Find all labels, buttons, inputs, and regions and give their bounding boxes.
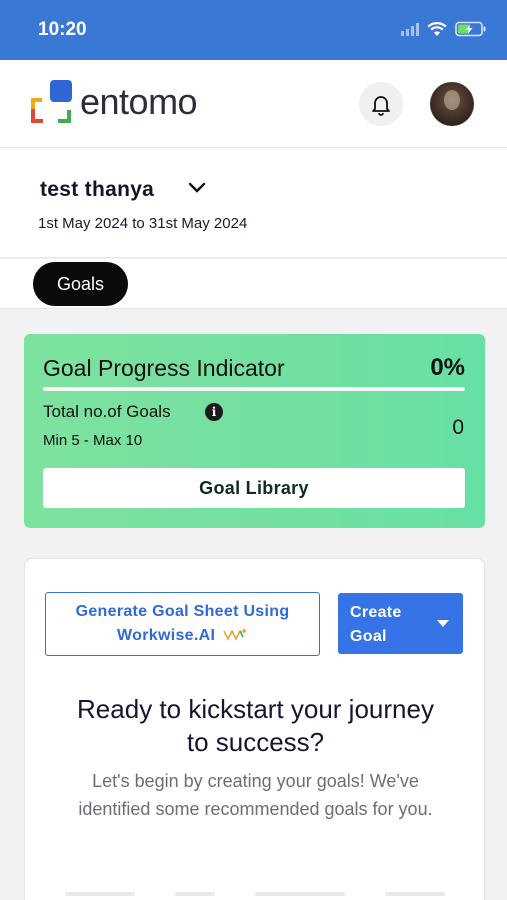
sparkle-wave-icon [223,628,247,641]
headline-line1: Ready to kickstart your journey [77,694,434,724]
workwise-button-line2: Workwise.AI [46,624,319,648]
create-goal-line2: Goal [350,628,387,645]
total-goals-count: 0 [452,416,464,439]
logo-mark-icon [31,80,72,123]
app-header: entomo [0,60,507,148]
user-name[interactable]: test thanya [40,178,154,202]
subtext-line2: identified some recommended goals for yo… [78,799,433,819]
bell-icon [372,96,390,116]
goal-library-button[interactable]: Goal Library [43,468,465,508]
workwise-button-line1: Generate Goal Sheet Using [75,603,290,620]
goal-progress-title: Goal Progress Indicator [43,355,285,381]
chevron-down-icon[interactable] [188,181,206,195]
generate-goal-sheet-button[interactable]: Generate Goal Sheet Using Workwise.AI [45,592,320,656]
create-goal-button[interactable]: Create Goal [338,593,463,654]
workwise-button-line2-text: Workwise.AI [117,627,216,644]
status-icons [401,21,487,37]
create-goal-label: Create Goal [350,601,430,649]
tabs-bar: Goals [0,259,507,309]
goal-progress-card: Goal Progress Indicator 0% Total no.of G… [24,334,485,528]
info-icon[interactable]: i [205,403,223,421]
status-time: 10:20 [38,19,87,40]
signal-icon [401,22,419,36]
user-period-section: test thanya 1st May 2024 to 31st May 202… [0,148,507,258]
empty-state-subtext: Let's begin by creating your goals! We'v… [25,767,486,823]
battery-icon [455,21,486,37]
entomo-logo[interactable]: entomo [30,80,198,124]
goals-min-max: Min 5 - Max 10 [43,432,143,449]
total-goals-label: Total no.of Goals [43,402,171,421]
status-bar: 10:20 [0,0,507,60]
logo-text: entomo [80,81,198,122]
goal-progress-percent: 0% [430,354,465,381]
avatar[interactable] [430,82,474,126]
wifi-icon [427,21,447,36]
goal-progress-bar [43,387,465,391]
notifications-button[interactable] [359,82,403,126]
empty-state-headline: Ready to kickstart your journey to succe… [25,693,486,759]
date-range: 1st May 2024 to 31st May 2024 [38,215,248,232]
tab-goals[interactable]: Goals [33,262,128,306]
goals-panel: Generate Goal Sheet Using Workwise.AI Cr… [24,558,485,900]
faded-content-row [65,892,445,900]
create-goal-line1: Create [350,604,402,621]
subtext-line1: Let's begin by creating your goals! We'v… [92,771,419,791]
caret-down-icon[interactable] [437,620,449,627]
headline-line2: to success? [186,727,325,757]
